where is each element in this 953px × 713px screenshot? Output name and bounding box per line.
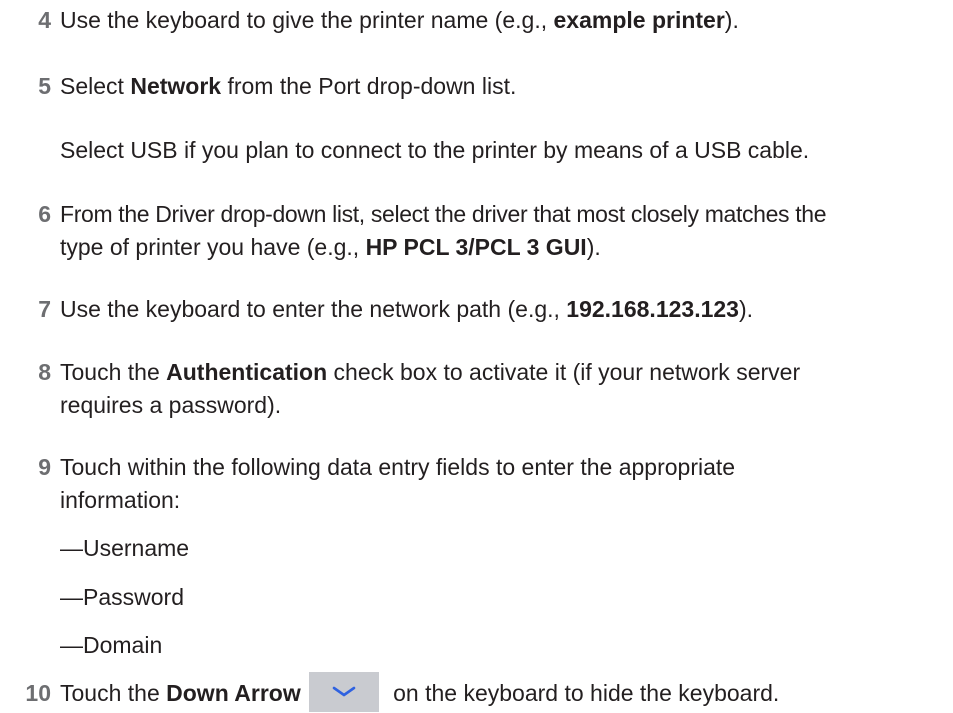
step-8-bold: Authentication <box>166 359 328 385</box>
field-password: —Password <box>60 584 184 610</box>
step-4-bold: example printer <box>553 7 725 33</box>
step-8-line-1: Touch the Authentication check box to ac… <box>60 355 800 389</box>
step-number-7: 7 <box>38 296 51 322</box>
step-10-text-part: Touch the <box>60 680 167 706</box>
step-7-text: Use the keyboard to enter the network pa… <box>60 292 753 326</box>
step-number-6: 6 <box>38 201 51 227</box>
keyboard-down-arrow-key <box>308 671 379 712</box>
field-username: —Username <box>60 535 190 561</box>
step-8-text-part: Touch the <box>60 359 167 385</box>
step-5-text-end: from the Port drop-down list. <box>221 73 517 99</box>
step-10-bold: Down Arrow <box>166 680 301 706</box>
step-9-line-2: information: <box>60 487 181 513</box>
step-6-line-1: From the Driver drop-down list, select t… <box>60 201 827 227</box>
step-7-text-part: Use the keyboard to enter the network pa… <box>60 296 567 322</box>
step-number-4: 4 <box>38 7 51 33</box>
step-5-bold: Network <box>130 73 222 99</box>
step-5-text-part: Select <box>60 73 131 99</box>
step-8-text-end: check box to activate it (if your networ… <box>327 359 801 385</box>
step-10-text: Touch the Down Arrow on the keyboard to … <box>60 671 780 712</box>
step-4-text: Use the keyboard to give the printer nam… <box>60 3 739 37</box>
step-number-9: 9 <box>38 454 51 480</box>
step-4-text-end: ). <box>724 7 739 33</box>
step-6-text-end: ). <box>586 234 601 260</box>
step-9-line-1: Touch within the following data entry fi… <box>60 454 736 480</box>
step-5-text: Select Network from the Port drop-down l… <box>60 69 516 103</box>
step-10-text-end: on the keyboard to hide the keyboard. <box>386 680 780 706</box>
step-8-line-2: requires a password). <box>60 392 282 418</box>
step-number-8: 8 <box>38 359 51 385</box>
step-4-text-part: Use the keyboard to give the printer nam… <box>60 7 554 33</box>
step-6-text-part: type of printer you have (e.g., <box>60 234 366 260</box>
step-number-5: 5 <box>38 73 51 99</box>
step-7-text-end: ). <box>738 296 754 322</box>
field-domain: —Domain <box>60 632 163 658</box>
step-number-10: 10 <box>25 680 51 706</box>
step-6-line-2: type of printer you have (e.g., HP PCL 3… <box>60 230 601 264</box>
step-7-bold: 192.168.123.123 <box>566 296 739 322</box>
instruction-document: 4 Use the keyboard to give the printer n… <box>0 0 953 713</box>
chevron-down-icon <box>332 686 356 697</box>
step-6-bold: HP PCL 3/PCL 3 GUI <box>365 234 587 260</box>
step-5-note: Select USB if you plan to connect to the… <box>60 137 810 163</box>
